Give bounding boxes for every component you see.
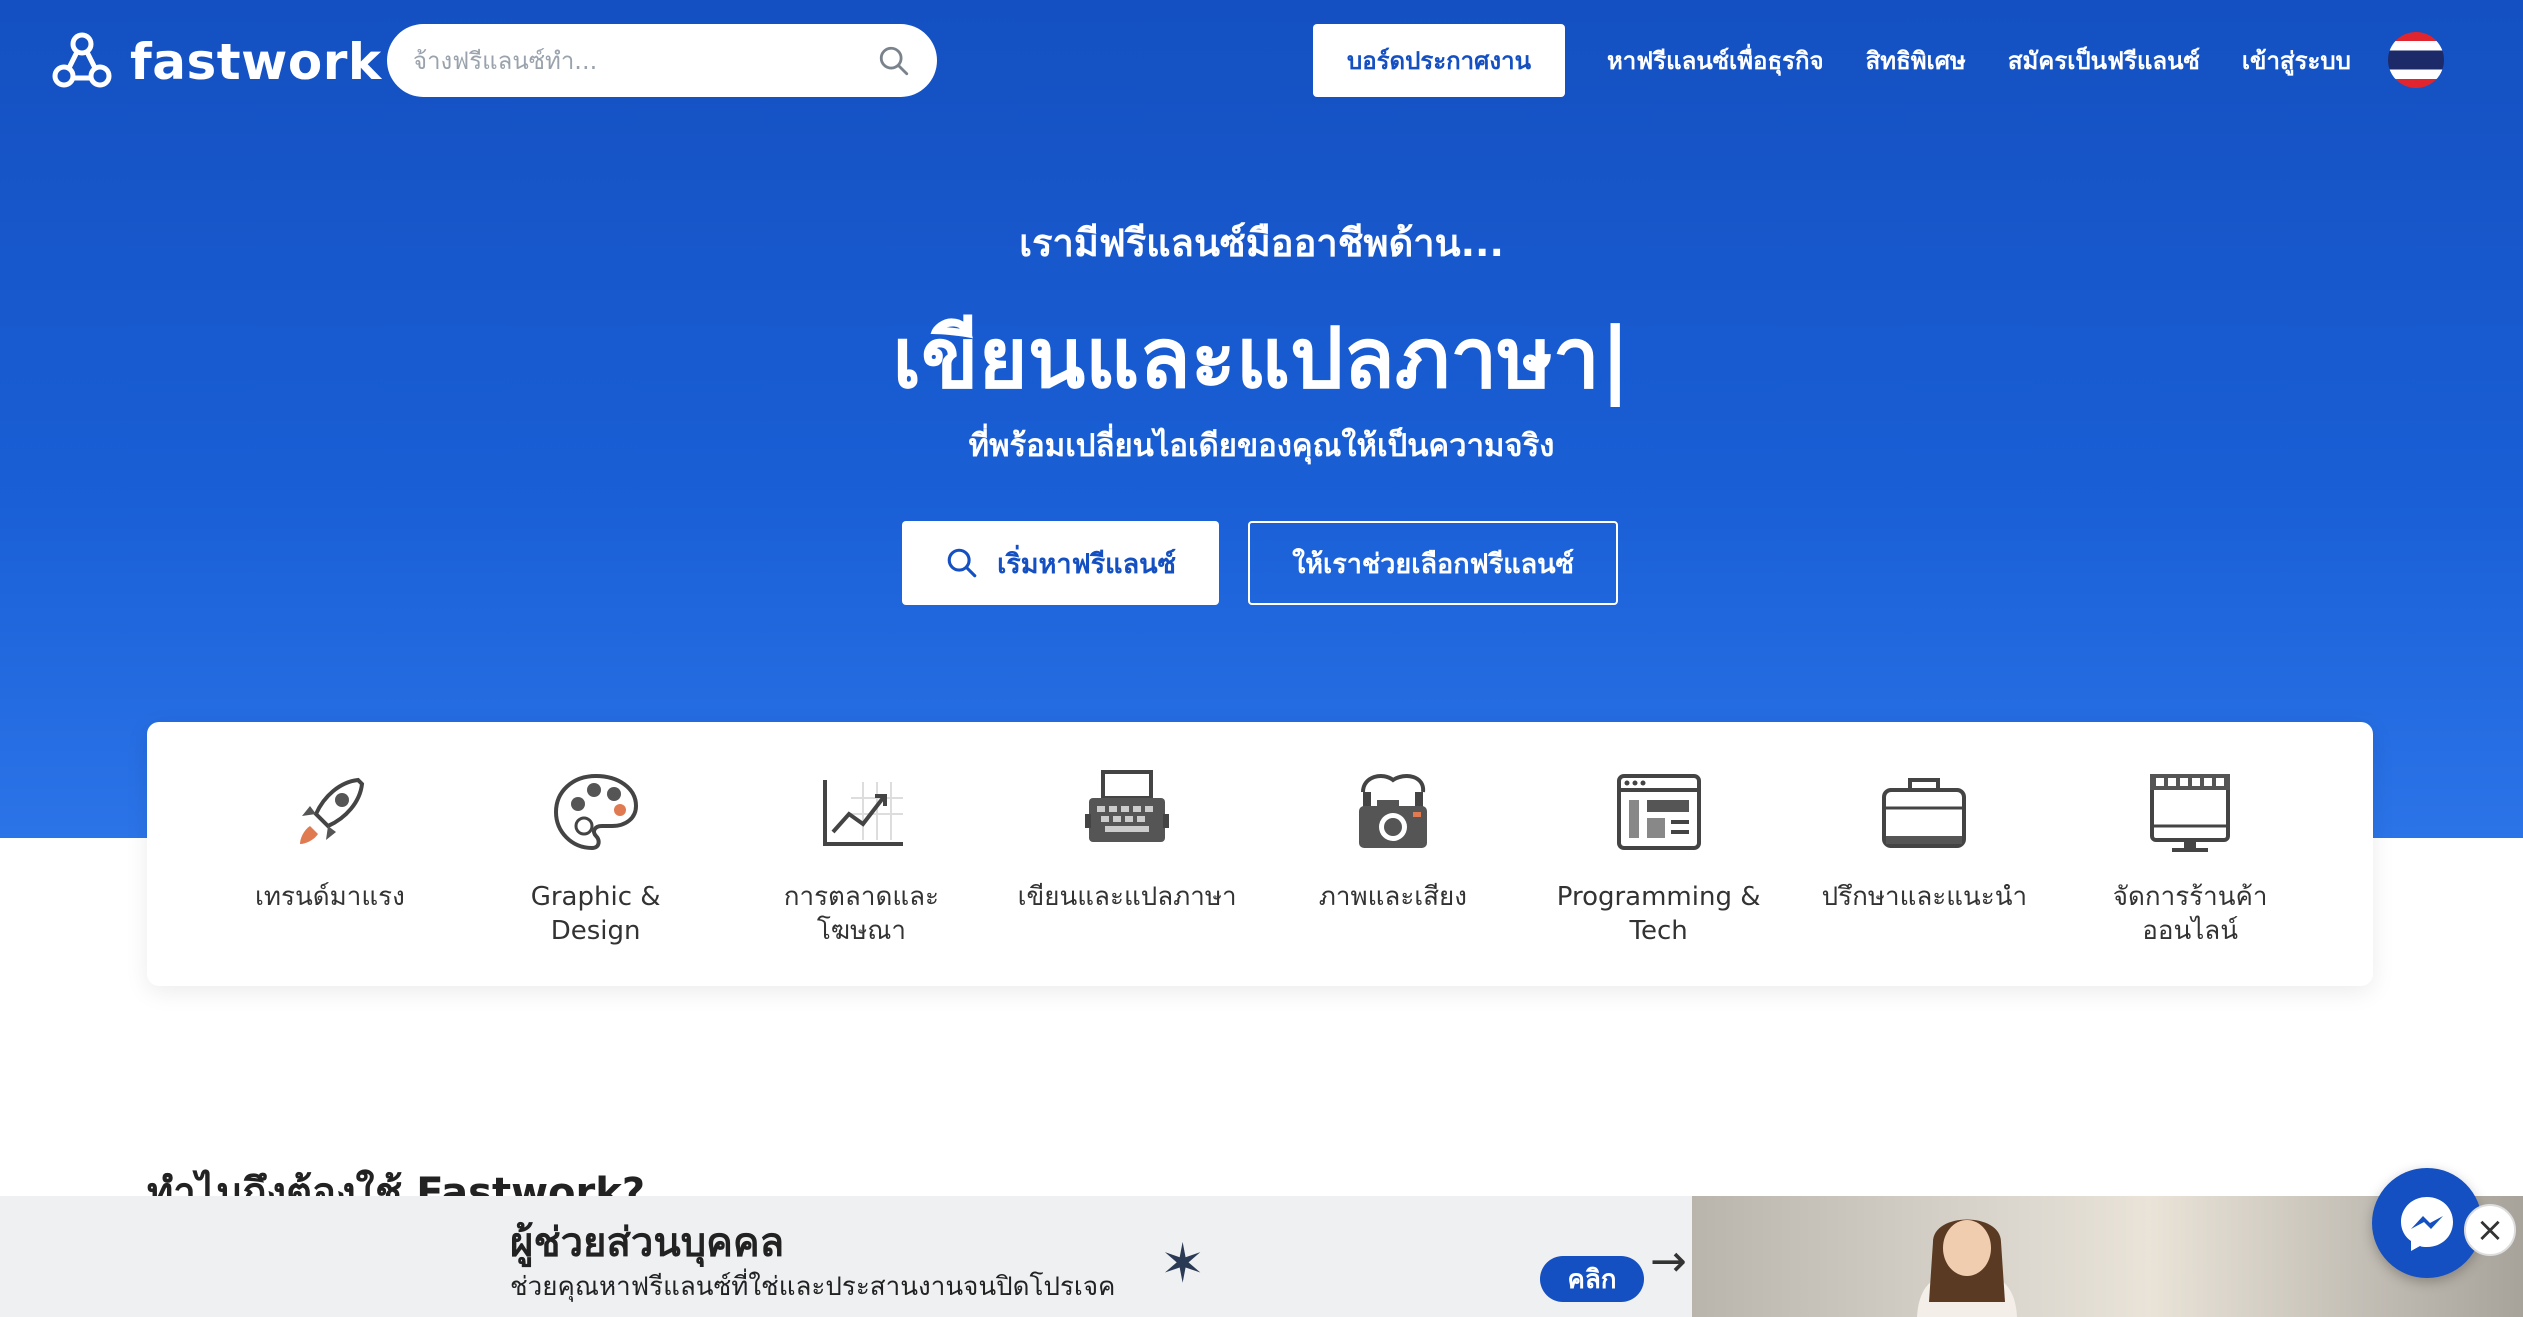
search-icon — [947, 548, 977, 578]
thai-flag-icon[interactable] — [2388, 32, 2444, 88]
category-card: เทรนด์มาแรง Graphic & Design การตลาดและโ… — [147, 722, 2373, 986]
category-trending[interactable]: เทรนด์มาแรง — [197, 722, 463, 986]
category-label: ปรึกษาและแนะนำ — [1821, 882, 2028, 912]
brand-name: fastwork — [130, 33, 382, 91]
storefront-icon — [2150, 774, 2231, 852]
category-label: จัดการร้านค้าออนไลน์ — [2112, 882, 2268, 946]
category-graphic-design[interactable]: Graphic & Design — [463, 722, 729, 986]
help-choose-button[interactable]: ให้เราช่วยเลือกฟรีแลนซ์ — [1248, 521, 1618, 605]
nav-become-freelancer[interactable]: สมัครเป็นฟรีแลนซ์ — [2008, 41, 2200, 80]
category-label: Programming & Tech — [1556, 882, 1761, 946]
promo-banner[interactable]: ผู้ช่วยส่วนบุคคล ช่วยคุณหาฟรีแลนซ์ที่ใช่… — [0, 1196, 2523, 1317]
arrow-icon: → — [1650, 1236, 1687, 1287]
nav-login[interactable]: เข้าสู่ระบบ — [2242, 41, 2351, 80]
top-nav: บอร์ดประกาศงาน หาฟรีแลนซ์เพื่อธุรกิจ สิท… — [1313, 24, 2351, 97]
fastwork-logo-icon — [52, 32, 112, 88]
palette-icon — [553, 773, 638, 851]
job-board-button[interactable]: บอร์ดประกาศงาน — [1313, 24, 1565, 97]
hero-subtitle: ที่พร้อมเปลี่ยนไอเดียของคุณให้เป็นความจร… — [968, 428, 1555, 464]
category-consulting[interactable]: ปรึกษาและแนะนำ — [1792, 722, 2058, 986]
search-input[interactable] — [413, 46, 877, 75]
category-programming[interactable]: Programming & Tech — [1526, 722, 1792, 986]
category-label: Graphic & Design — [530, 882, 661, 946]
browser-icon — [1616, 774, 1701, 850]
search-icon[interactable] — [877, 44, 911, 78]
category-marketing[interactable]: การตลาดและโฆษณา — [729, 722, 995, 986]
chart-icon — [823, 780, 904, 846]
search-bar[interactable] — [387, 24, 937, 97]
category-label: เทรนด์มาแรง — [254, 882, 405, 912]
category-label: การตลาดและโฆษณา — [783, 882, 939, 946]
hero-kicker: เรามีฟรีแลนซ์มืออาชีพด้าน... — [1019, 221, 1504, 265]
nav-privileges[interactable]: สิทธิพิเศษ — [1866, 41, 1966, 80]
fastwork-logo[interactable]: fastwork — [50, 30, 382, 94]
banner-title: ผู้ช่วยส่วนบุคคล — [510, 1220, 785, 1266]
nav-business[interactable]: หาฟรีแลนซ์เพื่อธุรกิจ — [1607, 41, 1824, 80]
typewriter-icon — [1085, 770, 1170, 842]
rocket-icon — [299, 777, 364, 844]
category-label: ภาพและเสียง — [1318, 882, 1467, 912]
category-photo-audio[interactable]: ภาพและเสียง — [1260, 722, 1526, 986]
category-writing[interactable]: เขียนและแปลภาษา — [994, 722, 1260, 986]
category-online-store[interactable]: จัดการร้านค้าออนไลน์ — [2057, 722, 2323, 986]
find-freelancer-button[interactable]: เริ่มหาฟรีแลนซ์ — [902, 521, 1219, 605]
briefcase-icon — [1882, 778, 1967, 848]
camera-icon — [1358, 774, 1427, 848]
find-freelancer-label: เริ่มหาฟรีแลนซ์ — [997, 548, 1176, 580]
person-photo-icon — [1917, 1219, 2017, 1317]
banner-click-button[interactable]: คลิก — [1540, 1256, 1644, 1302]
category-label: เขียนและแปลภาษา — [1017, 882, 1237, 912]
banner-subtitle: ช่วยคุณหาฟรีแลนซ์ที่ใช่และประสานงานจนปิด… — [510, 1272, 1116, 1302]
messenger-icon — [2401, 1197, 2453, 1251]
close-banner-button[interactable]: × — [2464, 1204, 2516, 1256]
sparkle-icon: ✶ — [1160, 1232, 1206, 1295]
hero-title: เขียนและแปลภาษา| — [892, 309, 1631, 407]
